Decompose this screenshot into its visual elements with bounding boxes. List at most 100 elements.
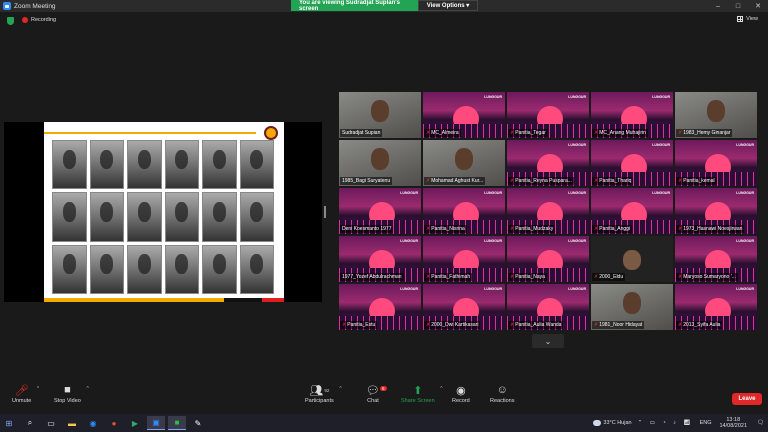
participant-tile[interactable]: ✗ 1981_Noor Hidayat bbox=[591, 284, 673, 330]
search-icon[interactable]: ⌕ bbox=[21, 416, 39, 430]
leave-button[interactable]: Leave bbox=[732, 393, 762, 405]
event-logo: LUNGGUR bbox=[568, 287, 586, 291]
participant-tile[interactable]: Sudradjat Supian bbox=[339, 92, 421, 138]
record-button[interactable]: ◉ Record bbox=[452, 382, 470, 405]
participants-button[interactable]: 👥︎ 92 Participants ^ bbox=[305, 382, 342, 405]
participant-tile[interactable]: LUNGGUR ✗ Panitia_Aulia Wanda bbox=[507, 284, 589, 330]
share-banner: You are viewing Sudradjat Suplan's scree… bbox=[291, 0, 478, 12]
participant-tile[interactable]: LUNGGUR ✗ MC_Almeira bbox=[423, 92, 505, 138]
shared-screen[interactable] bbox=[4, 122, 322, 302]
participant-name: Panitia_Anggi bbox=[599, 226, 631, 232]
participant-name-tag: ✗ Panitia_Naya bbox=[508, 273, 547, 281]
reactions-button[interactable]: ☺ Reactions bbox=[490, 382, 514, 404]
window-title: Zoom Meeting bbox=[14, 2, 56, 10]
participant-tile[interactable]: LUNGGUR Deni Koesmanto 1977 bbox=[339, 188, 421, 234]
participants-count: 92 bbox=[324, 387, 330, 393]
chevron-up-icon[interactable]: ^ bbox=[339, 386, 341, 392]
event-logo: LUNGGUR bbox=[652, 191, 670, 195]
participant-name-tag: ✗ 1983_Hemy Ginanjar bbox=[676, 129, 733, 137]
close-icon[interactable]: ✕ bbox=[750, 0, 766, 12]
recording-indicator[interactable]: Recording bbox=[22, 17, 56, 23]
event-logo: LUNGGUR bbox=[484, 287, 502, 291]
participant-name: 1983_Hemy Ginanjar bbox=[683, 130, 731, 136]
participant-name: Panitia_kemal bbox=[683, 178, 715, 184]
stop-video-button[interactable]: ■ Stop Video ^ bbox=[54, 382, 89, 404]
participant-tile[interactable]: LUNGGUR ✗ Panitia_Thariq bbox=[591, 140, 673, 186]
participant-name-tag: ✗ 2000_Dwi Kartikasari bbox=[424, 321, 481, 329]
chevron-up-icon[interactable]: ^ bbox=[86, 386, 88, 392]
participant-name: 1977_Yozef Abdulrachman bbox=[342, 274, 402, 280]
edge-browser-icon[interactable]: ◉ bbox=[84, 416, 102, 430]
clock[interactable]: 13:18 14/08/2021 bbox=[719, 417, 747, 429]
video-camera-icon: ■ bbox=[64, 384, 71, 396]
line-app-icon[interactable]: ■ bbox=[168, 416, 186, 430]
participant-tile[interactable]: LUNGGUR ✗ Panitia_Reyna Puspara... bbox=[507, 140, 589, 186]
view-options-label: View Options bbox=[426, 2, 465, 9]
participant-tile[interactable]: LUNGGUR ✗ MC_Anang Muhajirin bbox=[591, 92, 673, 138]
portrait-photo bbox=[164, 244, 199, 294]
microphone-muted-icon: ✗ bbox=[678, 322, 683, 328]
microphone-muted-icon: ✗ bbox=[426, 178, 431, 184]
participant-tile[interactable]: LUNGGUR ✗ Panitia_kemal bbox=[675, 140, 757, 186]
participant-name: 1973_Hasnawi Noesjirwan bbox=[683, 226, 743, 232]
participant-tile[interactable]: LUNGGUR ✗ Panitia_Anggi bbox=[591, 188, 673, 234]
participant-tile[interactable]: LUNGGUR ✗ Panitia_Nisrina bbox=[423, 188, 505, 234]
tray-icons[interactable]: ⌃ ▭ ◔ ♪ 📶︎ bbox=[638, 420, 694, 426]
encryption-shield-icon[interactable] bbox=[7, 17, 14, 25]
participant-tile[interactable]: LUNGGUR ✗ Panitia_Mudzaky bbox=[507, 188, 589, 234]
participant-name-tag: ✗ Panitia_Aulia Wanda bbox=[508, 321, 564, 329]
chevron-down-icon[interactable]: ⌄ bbox=[532, 334, 564, 348]
participant-name: 2000_Dwi Kartikasari bbox=[431, 322, 479, 328]
participant-tile[interactable]: LUNGGUR ✗ Panitia_Fathimah bbox=[423, 236, 505, 282]
chevron-down-icon: ▾ bbox=[466, 3, 470, 9]
chat-button[interactable]: 💬︎ 6 Chat bbox=[366, 382, 387, 404]
view-options-button[interactable]: View Options ▾ bbox=[418, 0, 478, 11]
viewing-screen-message: You are viewing Sudradjat Suplan's scree… bbox=[291, 0, 418, 12]
participant-name-tag: Sudradjat Supian bbox=[340, 129, 383, 137]
chevron-up-icon[interactable]: ^ bbox=[440, 386, 442, 392]
task-view-icon[interactable]: ▭ bbox=[42, 416, 60, 430]
participant-tile[interactable]: LUNGGUR 1977_Yozef Abdulrachman bbox=[339, 236, 421, 282]
participant-tile[interactable]: 1985_Bagi Suryatenu bbox=[339, 140, 421, 186]
participant-tile[interactable]: LUNGGUR ✗ 2000_Dwi Kartikasari bbox=[423, 284, 505, 330]
participant-tile[interactable]: ✗ 2000_Eldu bbox=[591, 236, 673, 282]
share-screen-button[interactable]: ⬆ Share Screen ^ bbox=[401, 382, 443, 405]
portrait-photo bbox=[239, 192, 274, 242]
weather-widget[interactable]: 33°C Hujan bbox=[593, 420, 632, 426]
language-indicator[interactable]: ENG bbox=[700, 420, 712, 426]
view-button[interactable]: View bbox=[737, 16, 758, 22]
split-drag-handle[interactable] bbox=[324, 206, 326, 218]
event-logo: LUNGGUR bbox=[400, 191, 418, 195]
minimize-icon[interactable]: – bbox=[710, 0, 726, 12]
participant-tile[interactable]: LUNGGUR ✗ 2013_Syifa Aulia bbox=[675, 284, 757, 330]
event-logo: LUNGGUR bbox=[736, 143, 754, 147]
chevron-up-icon[interactable]: ^ bbox=[37, 386, 39, 392]
event-logo: LUNGGUR bbox=[736, 191, 754, 195]
participant-tile[interactable]: LUNGGUR ✗ Panitia_Estu bbox=[339, 284, 421, 330]
participant-name: Panitia_Thariq bbox=[599, 178, 632, 184]
app-icon[interactable]: ✎ bbox=[189, 416, 207, 430]
participant-tile[interactable]: ✗ Mohamad Aghust Kur... bbox=[423, 140, 505, 186]
windows-start-icon[interactable]: ⊞ bbox=[0, 416, 18, 430]
participant-tile[interactable]: LUNGGUR ✗ Maryoso Sumaryono '... bbox=[675, 236, 757, 282]
participant-name-tag: 1985_Bagi Suryatenu bbox=[340, 177, 393, 185]
microphone-muted-icon: ✗ bbox=[594, 322, 599, 328]
notification-icon[interactable]: 🗨︎ bbox=[757, 420, 764, 426]
participant-tile[interactable]: ✗ 1983_Hemy Ginanjar bbox=[675, 92, 757, 138]
participant-tile[interactable]: LUNGGUR ✗ 1973_Hasnawi Noesjirwan bbox=[675, 188, 757, 234]
maximize-icon[interactable]: □ bbox=[730, 0, 746, 12]
participant-tile[interactable]: LUNGGUR ✗ Panitia_Tegar bbox=[507, 92, 589, 138]
event-logo: LUNGGUR bbox=[400, 287, 418, 291]
microphone-muted-icon: ✗ bbox=[510, 274, 515, 280]
microphone-muted-icon: ✗ bbox=[678, 274, 683, 280]
portrait-photo bbox=[127, 244, 162, 294]
microphone-muted-icon: ✗ bbox=[510, 178, 515, 184]
file-explorer-icon[interactable]: ▬ bbox=[63, 416, 81, 430]
zoom-taskbar-icon[interactable]: ▣ bbox=[147, 416, 165, 430]
powerpoint-icon[interactable]: ● bbox=[105, 416, 123, 430]
participant-name: Mohamad Aghust Kur... bbox=[431, 178, 484, 184]
participant-name: 2000_Eldu bbox=[599, 274, 624, 280]
app-icon[interactable]: ▶ bbox=[126, 416, 144, 430]
unmute-button[interactable]: 🎤︎ Unmute ^ bbox=[12, 382, 39, 405]
participant-tile[interactable]: LUNGGUR ✗ Panitia_Naya bbox=[507, 236, 589, 282]
